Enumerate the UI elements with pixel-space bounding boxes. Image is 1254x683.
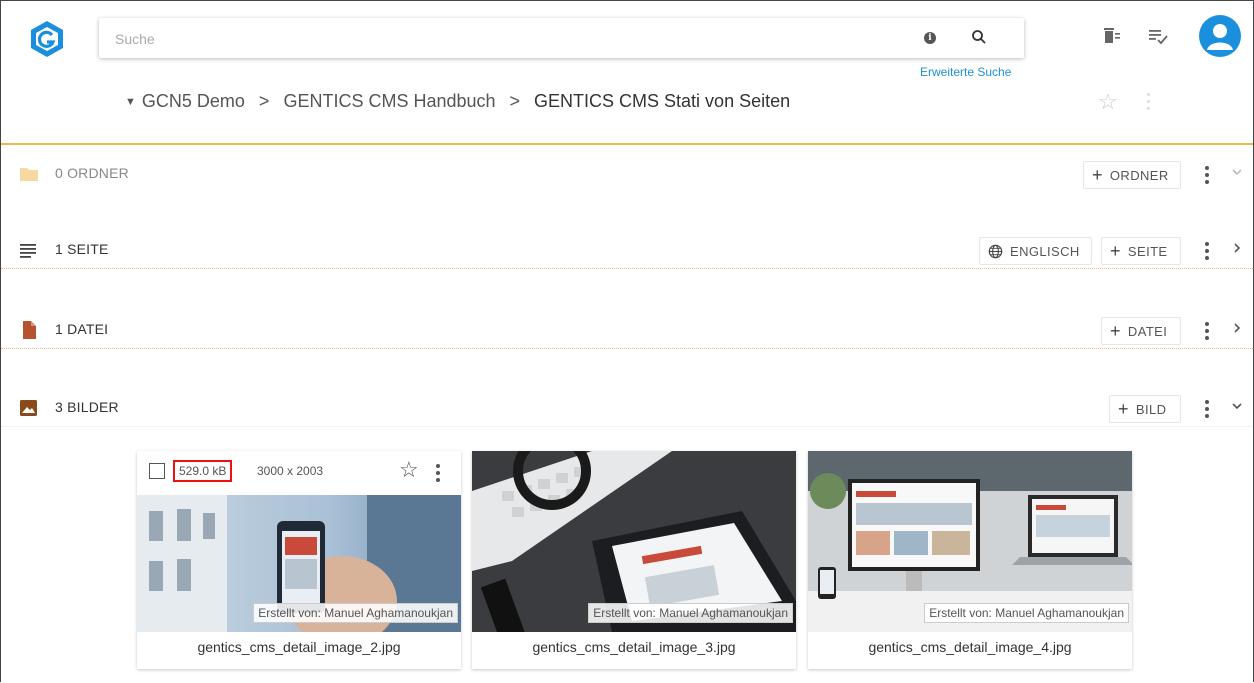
breadcrumb-current: GENTICS CMS Stati von Seiten <box>534 91 791 111</box>
add-file-button[interactable]: + DATEI <box>1101 317 1181 345</box>
breadcrumb-separator: > <box>258 91 270 111</box>
user-avatar[interactable] <box>1199 15 1241 57</box>
author-label: Erstellt von: Manuel Aghamanoukjan <box>588 603 793 623</box>
language-button[interactable]: ENGLISCH <box>979 237 1092 265</box>
image-card[interactable]: Erstellt von: Manuel Aghamanoukjan genti… <box>472 451 796 669</box>
add-image-button[interactable]: + BILD <box>1109 395 1181 423</box>
image-filename[interactable]: gentics_cms_detail_image_4.jpg <box>808 632 1132 669</box>
divider <box>1 143 1253 145</box>
search-input[interactable] <box>113 18 897 60</box>
section-folders: 0 ORDNER + ORDNER <box>1 153 1253 193</box>
section-files: 1 DATEI + DATEI <box>1 309 1253 349</box>
image-filename[interactable]: gentics_cms_detail_image_2.jpg <box>137 632 461 669</box>
globe-icon <box>988 244 1003 258</box>
image-icon <box>20 400 37 416</box>
breadcrumb-item[interactable]: GENTICS CMS Handbuch <box>283 91 495 112</box>
breadcrumb-item[interactable]: GCN5 Demo <box>142 91 245 112</box>
app-frame: i Erweiterte Suche ▼ GCN5 Demo > GENTICS… <box>0 0 1254 682</box>
search-icon[interactable] <box>971 29 987 45</box>
user-icon <box>1207 24 1233 50</box>
divider <box>1 268 1253 269</box>
more-options-icon[interactable] <box>1205 166 1211 184</box>
chevron-down-icon[interactable] <box>1231 400 1243 412</box>
more-options-icon[interactable] <box>1147 93 1151 114</box>
more-options-icon[interactable] <box>1205 322 1211 340</box>
section-pages: 1 SEITE ENGLISCH + SEITE <box>1 229 1253 269</box>
chevron-down-icon[interactable] <box>1231 166 1243 178</box>
wastebin-icon[interactable] <box>1101 25 1123 47</box>
page-lines-icon <box>20 244 36 258</box>
author-label: Erstellt von: Manuel Aghamanoukjan <box>253 603 458 623</box>
section-title: 0 ORDNER <box>55 165 129 181</box>
more-options-icon[interactable] <box>1205 242 1211 260</box>
favourite-star-icon[interactable]: ☆ <box>399 457 419 483</box>
add-page-button[interactable]: + SEITE <box>1101 237 1181 265</box>
author-label: Erstellt von: Manuel Aghamanoukjan <box>924 603 1129 623</box>
image-card[interactable]: 529.0 kB 3000 x 2003 ☆ Erstellt von: Man… <box>137 451 461 669</box>
section-title: 1 DATEI <box>55 321 109 337</box>
file-size: 529.0 kB <box>173 460 233 482</box>
folder-icon <box>20 168 38 181</box>
chevron-right-icon[interactable] <box>1231 322 1243 334</box>
more-options-icon[interactable] <box>1205 400 1211 418</box>
image-filename[interactable]: gentics_cms_detail_image_3.jpg <box>472 632 796 669</box>
file-icon <box>23 321 36 339</box>
caret-down-icon[interactable]: ▼ <box>125 96 136 108</box>
gentics-logo[interactable] <box>27 19 67 59</box>
add-folder-button[interactable]: + ORDNER <box>1083 161 1181 189</box>
task-list-icon[interactable] <box>1147 25 1169 47</box>
section-title: 1 SEITE <box>55 241 109 257</box>
breadcrumb: ▼ GCN5 Demo > GENTICS CMS Handbuch > GEN… <box>125 91 790 112</box>
section-title: 3 BILDER <box>55 399 119 415</box>
info-icon[interactable]: i <box>924 32 936 44</box>
more-options-icon[interactable] <box>436 464 440 485</box>
image-card[interactable]: Erstellt von: Manuel Aghamanoukjan genti… <box>808 451 1132 669</box>
advanced-search-link[interactable]: Erweiterte Suche <box>920 65 1011 79</box>
select-checkbox[interactable] <box>149 463 165 479</box>
card-toolbar: 529.0 kB 3000 x 2003 ☆ <box>137 451 461 495</box>
favourite-star-icon[interactable]: ☆ <box>1098 91 1118 113</box>
breadcrumb-separator: > <box>509 91 521 111</box>
chevron-right-icon[interactable] <box>1231 242 1243 254</box>
section-images: 3 BILDER + BILD <box>1 387 1253 427</box>
divider <box>1 348 1253 349</box>
divider <box>1 426 1253 427</box>
image-dimensions: 3000 x 2003 <box>257 464 324 478</box>
search-bar: i <box>99 18 1024 60</box>
